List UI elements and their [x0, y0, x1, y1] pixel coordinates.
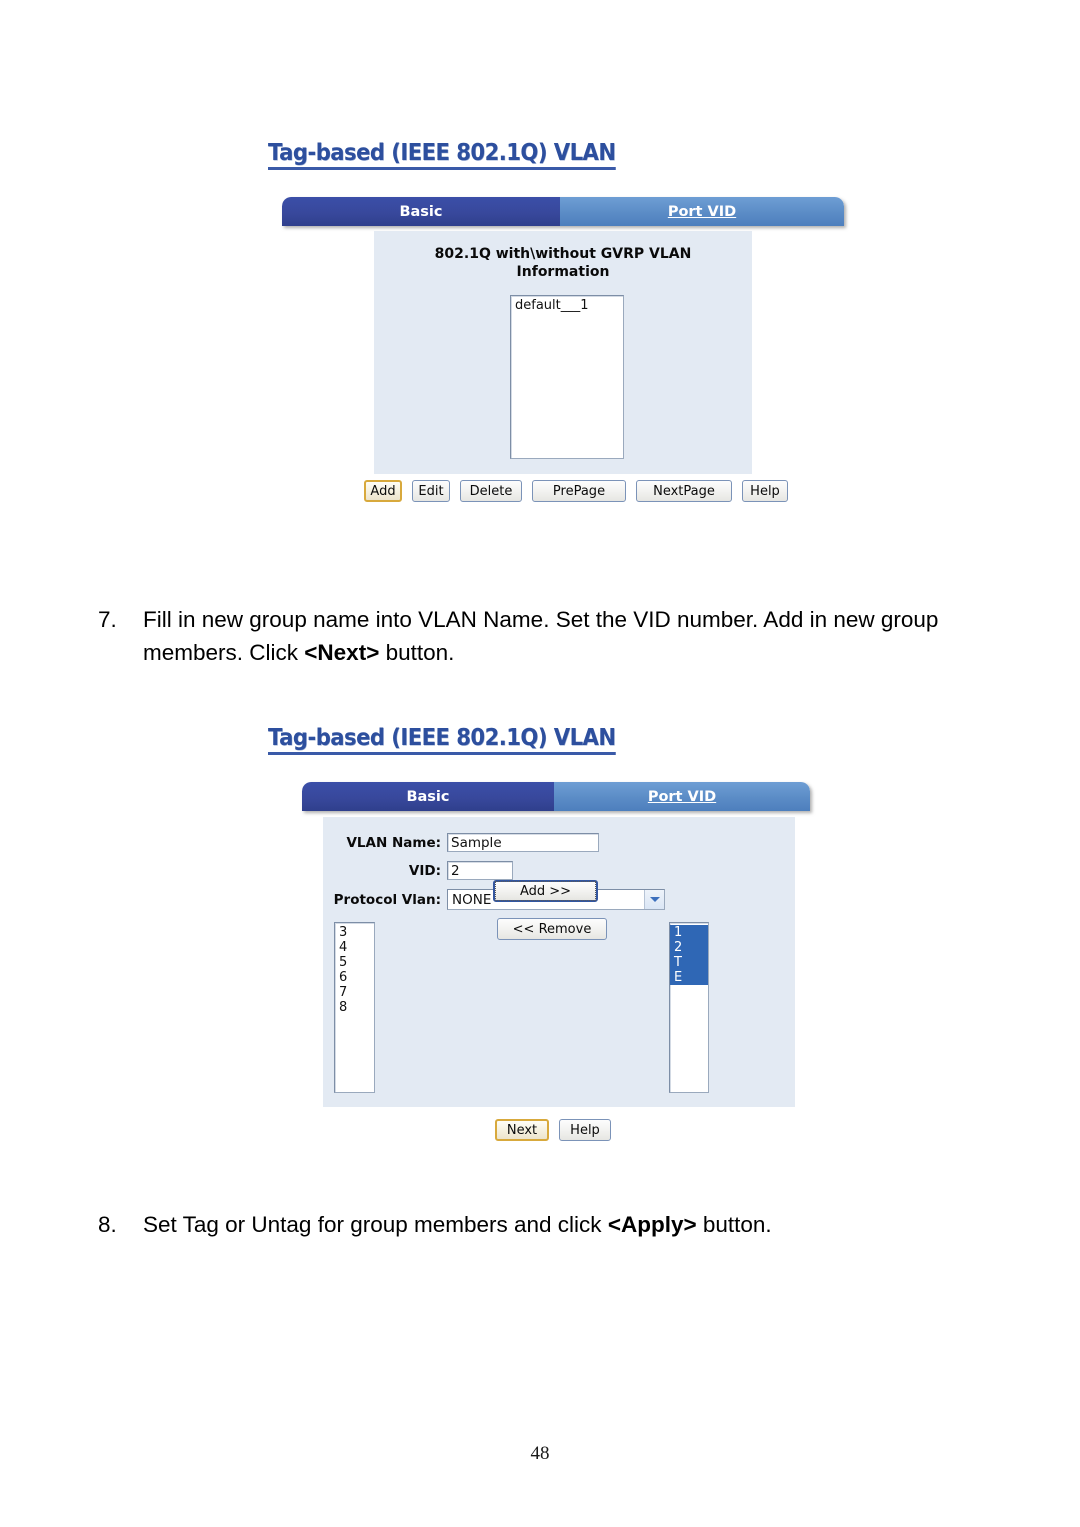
vid-label: VID:: [408, 862, 441, 879]
figure1-panel: 802.1Q with\without GVRP VLAN Informatio…: [374, 231, 752, 474]
remove-member-button[interactable]: << Remove: [497, 918, 607, 940]
page-number: 48: [530, 1443, 550, 1464]
step-8-text-part2: button.: [696, 1212, 772, 1237]
nextpage-button-label: NextPage: [653, 483, 715, 499]
edit-button[interactable]: Edit: [412, 480, 450, 502]
vlan-name-input[interactable]: Sample: [447, 833, 599, 852]
chevron-down-icon[interactable]: [644, 890, 664, 909]
help-button-2[interactable]: Help: [559, 1119, 611, 1141]
figure1-title: Tag-based (IEEE 802.1Q) VLAN: [268, 140, 868, 170]
figure2-panel: VLAN Name: Sample VID: 2 Protocol Vlan: …: [323, 817, 795, 1107]
add-button-label: Add: [370, 483, 396, 499]
list-item[interactable]: 8: [338, 1000, 374, 1015]
figure1-tabbar: Basic Port VID: [282, 197, 844, 226]
list-item[interactable]: 1: [670, 925, 708, 940]
step-7-number: 7.: [98, 607, 117, 632]
list-item[interactable]: 5: [338, 955, 374, 970]
list-item[interactable]: 6: [338, 970, 374, 985]
edit-button-label: Edit: [418, 483, 444, 499]
help-button-label: Help: [750, 483, 780, 499]
step-7-text-part1: Fill in new group name into VLAN Name. S…: [143, 607, 939, 665]
step-7-text: Fill in new group name into VLAN Name. S…: [143, 603, 988, 669]
next-button-label: Next: [506, 1122, 538, 1138]
vid-row: VID: 2: [335, 861, 513, 880]
figure2-tab-basic-label: Basic: [406, 788, 450, 805]
member-ports-listbox[interactable]: 1 2 T E: [669, 922, 709, 1093]
help-button[interactable]: Help: [742, 480, 788, 502]
figure1-tab-port-vid[interactable]: Port VID: [560, 197, 844, 226]
figure1-panel-heading: 802.1Q with\without GVRP VLAN Informatio…: [374, 231, 752, 281]
list-item[interactable]: E: [670, 970, 708, 985]
figure1-tab-basic-label: Basic: [399, 203, 443, 220]
remove-member-button-label: << Remove: [512, 921, 592, 937]
figure1-vlan-listbox[interactable]: default___1: [510, 295, 624, 459]
list-item[interactable]: T: [670, 955, 708, 970]
figure2-tab-port-vid-label: Port VID: [647, 788, 717, 805]
figure1-heading-line1: 802.1Q with\without GVRP VLAN: [434, 246, 692, 262]
figure1-tab-basic[interactable]: Basic: [282, 197, 560, 226]
figure1-heading-line2: Information: [516, 264, 610, 280]
vid-input[interactable]: 2: [447, 861, 513, 880]
add-button[interactable]: Add: [364, 480, 402, 502]
prepage-button[interactable]: PrePage: [532, 480, 626, 502]
figure2-title-text: Tag-based (IEEE 802.1Q) VLAN: [268, 725, 616, 755]
list-item[interactable]: 4: [338, 940, 374, 955]
list-item[interactable]: 2: [670, 940, 708, 955]
list-item[interactable]: 3: [338, 925, 374, 940]
figure1-button-row: Add Edit Delete PrePage NextPage Help: [364, 480, 868, 502]
vlan-name-value: Sample: [451, 834, 502, 851]
step-8-text: Set Tag or Untag for group members and c…: [143, 1208, 988, 1241]
figure2-title: Tag-based (IEEE 802.1Q) VLAN: [268, 725, 868, 755]
nextpage-button[interactable]: NextPage: [636, 480, 732, 502]
step-8: 8. Set Tag or Untag for group members an…: [98, 1208, 988, 1241]
protocol-vlan-value: NONE: [452, 891, 492, 908]
vlan-name-row: VLAN Name: Sample: [335, 833, 599, 852]
figure-vlan-basic-list: Tag-based (IEEE 802.1Q) VLAN Basic Port …: [268, 140, 868, 502]
figure1-title-text: Tag-based (IEEE 802.1Q) VLAN: [268, 140, 616, 170]
list-item[interactable]: 7: [338, 985, 374, 1000]
step-8-text-bold: <Apply>: [607, 1212, 697, 1237]
vlan-name-label: VLAN Name:: [346, 834, 441, 851]
available-ports-listbox[interactable]: 3 4 5 6 7 8: [334, 922, 375, 1093]
step-7-text-part2: button.: [379, 640, 455, 665]
figure2-tabbar: Basic Port VID: [302, 782, 810, 811]
list-item[interactable]: default___1: [514, 298, 623, 313]
delete-button-label: Delete: [469, 483, 513, 499]
add-member-button-label: Add >>: [495, 881, 596, 901]
figure2-tab-basic[interactable]: Basic: [302, 782, 554, 811]
step-8-number: 8.: [98, 1212, 117, 1237]
vid-value: 2: [451, 862, 460, 879]
step-7-text-bold: <Next>: [304, 640, 380, 665]
figure2-button-row: Next Help: [495, 1119, 868, 1141]
help-button-2-label: Help: [570, 1122, 600, 1138]
add-member-button[interactable]: Add >>: [493, 880, 598, 902]
step-8-text-part1: Set Tag or Untag for group members and c…: [143, 1212, 608, 1237]
figure1-tab-port-vid-label: Port VID: [667, 203, 737, 220]
protocol-vlan-label: Protocol Vlan:: [333, 891, 441, 908]
prepage-button-label: PrePage: [552, 483, 606, 499]
figure2-tab-port-vid[interactable]: Port VID: [554, 782, 810, 811]
figure-vlan-basic-form: Tag-based (IEEE 802.1Q) VLAN Basic Port …: [268, 725, 868, 1141]
next-button[interactable]: Next: [495, 1119, 549, 1141]
step-7: 7. Fill in new group name into VLAN Name…: [98, 603, 988, 669]
delete-button[interactable]: Delete: [460, 480, 522, 502]
